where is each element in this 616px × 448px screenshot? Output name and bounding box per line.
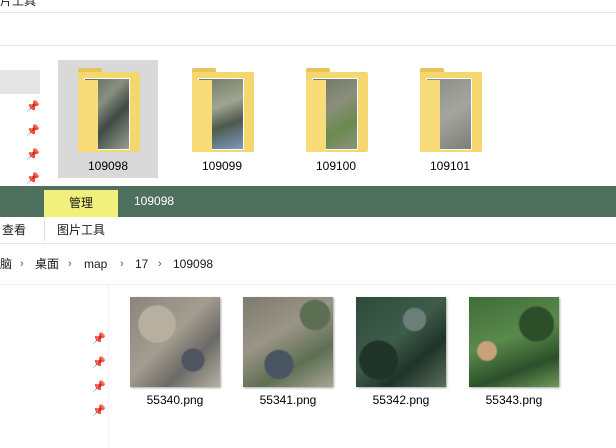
chevron-right-icon[interactable]: › [68,252,72,276]
breadcrumb-item[interactable]: 桌面 [35,252,59,276]
folder-label: 109100 [315,159,357,173]
pin-icon[interactable]: 📌 [26,172,40,186]
nav-item-selected[interactable] [0,70,40,94]
breadcrumb-item[interactable]: map [84,252,107,276]
folder-icon [420,68,482,152]
file-name: 55342.png [372,393,430,407]
file-name: 55343.png [485,393,543,407]
folder-label: 109098 [87,159,129,173]
folder-label: 109099 [201,159,243,173]
divider [0,45,616,46]
folder-tile-109099[interactable]: 109099 [172,60,272,178]
chevron-right-icon[interactable]: › [158,252,162,276]
top-window-title-text: 片工具 [0,0,37,8]
pin-icon[interactable]: 📌 [92,404,106,418]
chevron-right-icon[interactable]: › [20,252,24,276]
pin-icon[interactable]: 📌 [26,148,40,162]
file-name: 55341.png [259,393,317,407]
folder-icon [306,68,368,152]
pin-icon[interactable]: 📌 [26,100,40,114]
folder-icon [78,68,140,152]
top-ribbon [0,13,616,45]
breadcrumb-item[interactable]: 脑 [0,252,12,276]
divider [0,284,616,285]
image-thumbnail [243,297,333,387]
pin-icon[interactable]: 📌 [92,380,106,394]
folder-tile-109100[interactable]: 109100 [286,60,386,178]
image-thumbnail [130,297,220,387]
ribbon-tabs: 查看 图片工具 [0,217,616,244]
folder-label: 109101 [429,159,471,173]
chevron-right-icon[interactable]: › [120,252,124,276]
image-thumbnail [356,297,446,387]
breadcrumb-item[interactable]: 109098 [173,252,213,276]
divider [44,219,45,241]
pin-icon[interactable]: 📌 [92,332,106,346]
pin-icon[interactable]: 📌 [92,356,106,370]
folder-tile-109098[interactable]: 109098 [58,60,158,178]
tab-manage[interactable]: 管理 [44,190,118,217]
tab-picture-tools[interactable]: 图片工具 [57,217,105,243]
divider [108,285,109,448]
folder-icon [192,68,254,152]
folder-tile-109101[interactable]: 109101 [400,60,500,178]
tab-view[interactable]: 查看 [2,217,26,243]
breadcrumb-item[interactable]: 17 [135,252,148,276]
file-name: 55340.png [146,393,204,407]
breadcrumb: 脑 › 桌面 › map › 17 › 109098 [0,252,616,276]
top-navigation-pane [0,46,44,186]
image-thumbnail [469,297,559,387]
pin-icon[interactable]: 📌 [26,124,40,138]
top-window-title: 片工具 [0,0,616,12]
window-title: 109098 [134,194,175,208]
